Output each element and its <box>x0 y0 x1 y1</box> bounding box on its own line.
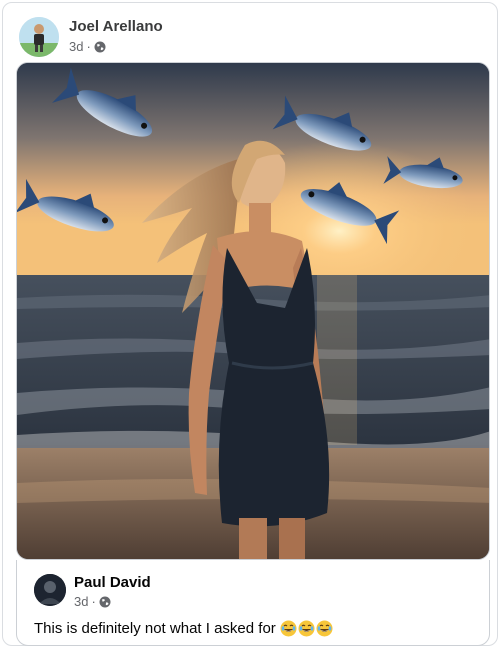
post-card: Joel Arellano 3d · Paul David 3d · This … <box>2 2 498 646</box>
post-time[interactable]: 3d <box>69 39 83 54</box>
comment-text: This is definitely not what I asked for <box>34 620 276 637</box>
meta-separator: · <box>86 39 91 54</box>
laughing-emoji-icon <box>316 620 333 637</box>
comment-time[interactable]: 3d <box>74 594 88 609</box>
globe-icon[interactable] <box>94 41 106 53</box>
post-header: Joel Arellano 3d · <box>19 15 479 59</box>
laughing-emoji-icon <box>298 620 315 637</box>
author-avatar[interactable] <box>19 17 59 57</box>
post-image[interactable] <box>16 62 490 560</box>
laughing-emoji-icon <box>280 620 297 637</box>
commenter-name[interactable]: Paul David <box>74 574 151 591</box>
comment-meta: 3d · <box>74 594 111 609</box>
commenter-avatar[interactable] <box>34 574 66 606</box>
meta-separator: · <box>91 594 96 609</box>
author-name[interactable]: Joel Arellano <box>69 18 163 35</box>
post-meta: 3d · <box>69 39 106 54</box>
comment-body: This is definitely not what I asked for <box>34 620 333 637</box>
globe-icon[interactable] <box>99 596 111 608</box>
emoji-row <box>280 620 333 637</box>
comment-item: Paul David 3d · This is definitely not w… <box>16 560 490 646</box>
